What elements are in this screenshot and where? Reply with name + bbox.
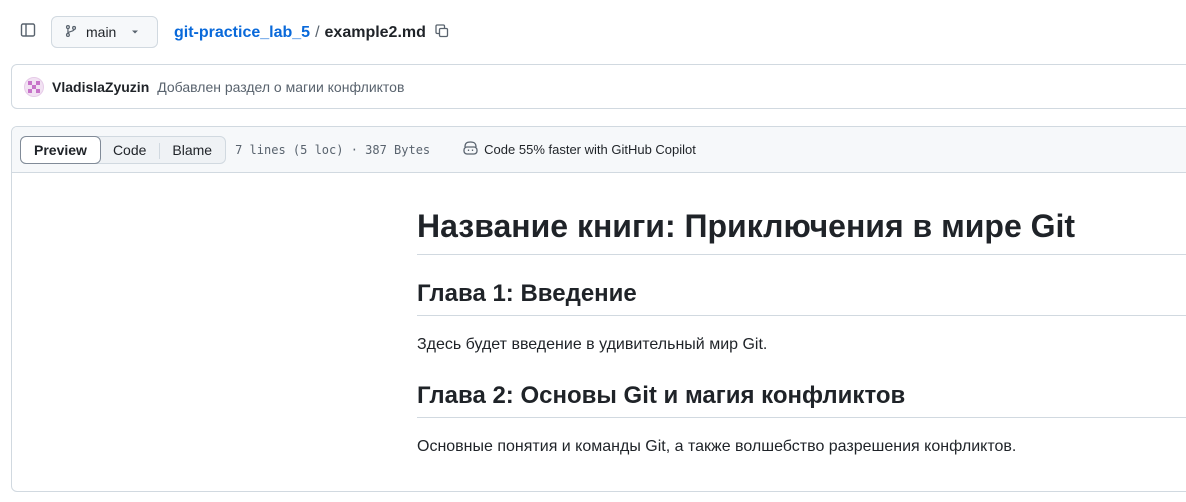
latest-commit-bar: VladislaZyuzin Добавлен раздел о магии к… (11, 64, 1186, 109)
view-mode-segmented-control: Preview Code Blame (20, 135, 227, 164)
tab-preview[interactable]: Preview (20, 135, 101, 164)
file-name: example2.md (324, 24, 426, 41)
tab-blame[interactable]: Blame (159, 137, 225, 163)
branch-name: main (86, 24, 117, 40)
chapter-1-text: Здесь будет введение в удивительный мир … (417, 336, 768, 353)
breadcrumb: git-practice_lab_5 / example2.md (174, 22, 452, 44)
chapter-1-heading: Глава 1: Введение (417, 279, 1186, 316)
sidepanel-icon (20, 22, 36, 43)
file-header: Preview Code Blame 7 lines (5 loc) · 387… (12, 127, 1186, 173)
file-info: 7 lines (5 loc) · 387 Bytes (235, 142, 431, 157)
copilot-promo-link[interactable]: Code 55% faster with GitHub Copilot (462, 140, 696, 159)
copilot-icon (462, 140, 479, 159)
git-branch-icon (64, 24, 78, 41)
breadcrumb-separator: / (315, 24, 320, 41)
copy-path-button[interactable] (432, 23, 452, 43)
repo-link[interactable]: git-practice_lab_5 (174, 24, 310, 42)
branch-selector-button[interactable]: main (51, 16, 158, 48)
document-title: Название книги: Приключения в мире Git (417, 206, 1186, 255)
file-navigation-bar: main git-practice_lab_5 / example2.md (0, 0, 1186, 64)
chapter-2-heading: Глава 2: Основы Git и магия конфликтов (417, 381, 1186, 418)
markdown-preview: Название книги: Приключения в мире Git Г… (417, 174, 1186, 459)
triangle-down-icon (130, 24, 140, 40)
file-viewer: Preview Code Blame 7 lines (5 loc) · 387… (11, 126, 1186, 492)
chapter-2-text: Основные понятия и команды Git, а также … (417, 438, 1017, 455)
copilot-promo-text: Code 55% faster with GitHub Copilot (484, 142, 696, 157)
commit-author-link[interactable]: VladislaZyuzin (52, 79, 149, 95)
sidepanel-toggle-button[interactable] (14, 18, 42, 46)
commit-message-link[interactable]: Добавлен раздел о магии конфликтов (157, 79, 404, 95)
copy-icon (434, 23, 450, 44)
tab-code[interactable]: Code (100, 137, 159, 163)
avatar[interactable] (24, 76, 44, 97)
